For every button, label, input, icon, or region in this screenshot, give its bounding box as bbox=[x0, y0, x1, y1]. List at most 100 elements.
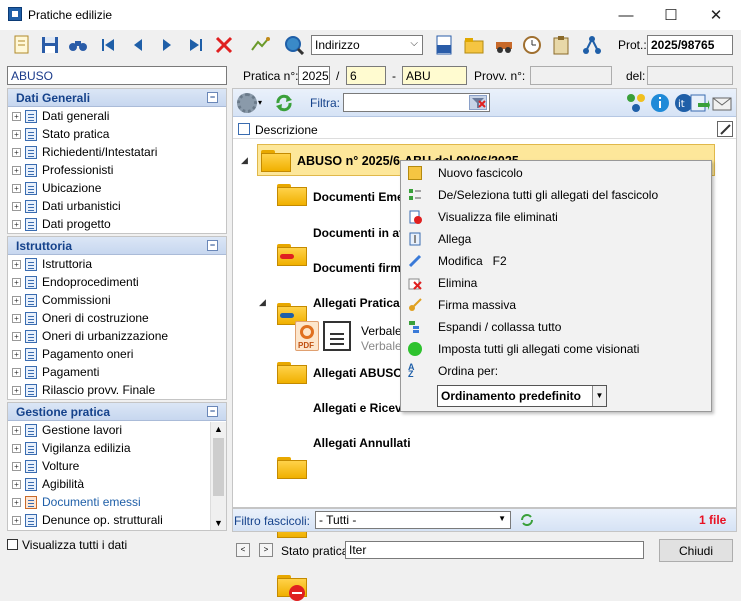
expand-icon[interactable]: + bbox=[12, 443, 21, 453]
sidebar-scrollbar[interactable]: ▲ ▼ bbox=[210, 422, 226, 530]
sidebar-item-vigilanza[interactable]: + Vigilanza edilizia bbox=[8, 439, 210, 457]
expand-icon[interactable]: + bbox=[12, 219, 21, 229]
panel-header-dati-generali[interactable]: Dati Generali − bbox=[8, 89, 226, 107]
filtro-fascicoli-select[interactable]: - Tutti - ▼ bbox=[315, 511, 511, 529]
first-record-icon[interactable] bbox=[96, 33, 120, 57]
structure-icon[interactable] bbox=[625, 92, 647, 114]
save-icon[interactable] bbox=[38, 33, 62, 57]
gear-icon[interactable] bbox=[237, 93, 257, 113]
info-icon[interactable] bbox=[649, 92, 671, 114]
sidebar-item-rilascio-provv[interactable]: + Rilascio provv. Finale bbox=[8, 381, 226, 399]
expand-icon[interactable]: + bbox=[12, 515, 21, 525]
pratica-year-input[interactable]: 2025 bbox=[298, 66, 330, 85]
left-search-input[interactable]: ABUSO bbox=[7, 66, 227, 85]
clear-filter-icon[interactable] bbox=[469, 95, 487, 110]
del-input[interactable] bbox=[647, 66, 733, 85]
menu-item-firma-massiva[interactable]: Firma massiva bbox=[401, 294, 711, 316]
menu-item-imposta-visionati[interactable]: Imposta tutti gli allegati come visionat… bbox=[401, 338, 711, 360]
sidebar-item-commissioni[interactable]: + Commissioni bbox=[8, 291, 226, 309]
sidebar-item-ubicazione[interactable]: + Ubicazione bbox=[8, 179, 226, 197]
share-icon[interactable] bbox=[580, 33, 604, 57]
mail-icon[interactable] bbox=[711, 92, 733, 114]
sidebar-item-professionisti[interactable]: + Professionisti bbox=[8, 161, 226, 179]
refresh-small-icon[interactable] bbox=[519, 512, 535, 528]
last-record-icon[interactable] bbox=[184, 33, 208, 57]
search-icon[interactable] bbox=[282, 33, 306, 57]
sidebar-item-oneri-costruzione[interactable]: + Oneri di costruzione bbox=[8, 309, 226, 327]
menu-item-espandi-collassa[interactable]: Espandi / collassa tutto bbox=[401, 316, 711, 338]
provv-input[interactable] bbox=[530, 66, 612, 85]
fascicolo-allegati-abuso[interactable]: Allegati ABUSO bbox=[313, 366, 403, 380]
new-document-icon[interactable] bbox=[10, 33, 34, 57]
expand-icon[interactable]: + bbox=[12, 183, 21, 193]
scroll-down-icon[interactable]: ▼ bbox=[214, 518, 223, 528]
scroll-up-icon[interactable]: ▲ bbox=[214, 424, 223, 434]
binoculars-icon[interactable] bbox=[66, 33, 90, 57]
menu-item-seleziona-allegati[interactable]: De/Seleziona tutti gli allegati del fasc… bbox=[401, 184, 711, 206]
clipboard-icon[interactable] bbox=[549, 33, 573, 57]
sidebar-item-stato-pratica[interactable]: + Stato pratica bbox=[8, 125, 226, 143]
menu-item-elimina[interactable]: Elimina bbox=[401, 272, 711, 294]
prev-arrow-button[interactable]: < bbox=[236, 543, 250, 557]
sidebar-item-documenti-emessi[interactable]: + Documenti emessi bbox=[8, 493, 210, 511]
expand-icon[interactable]: + bbox=[12, 425, 21, 435]
sidebar-item-agibilita[interactable]: + Agibilità bbox=[8, 475, 210, 493]
next-record-icon[interactable] bbox=[155, 33, 179, 57]
collapse-arrow-icon[interactable]: ◢ bbox=[259, 297, 266, 308]
expand-icon[interactable]: + bbox=[12, 461, 21, 471]
vehicle-icon[interactable] bbox=[492, 33, 516, 57]
sidebar-item-oneri-urbanizzazione[interactable]: + Oneri di urbanizzazione bbox=[8, 327, 226, 345]
fascicolo-allegati-annullati[interactable]: Allegati Annullati bbox=[313, 436, 411, 450]
expand-icon[interactable]: + bbox=[12, 331, 21, 341]
sidebar-item-dati-generali[interactable]: + Dati generali bbox=[8, 107, 226, 125]
expand-icon[interactable]: + bbox=[12, 367, 21, 377]
menu-item-file-eliminati[interactable]: Visualizza file eliminati bbox=[401, 206, 711, 228]
sidebar-item-pagamenti[interactable]: + Pagamenti bbox=[8, 363, 226, 381]
prot-field[interactable]: 2025/98765 bbox=[647, 35, 733, 55]
expand-icon[interactable]: + bbox=[12, 277, 21, 287]
stato-pratica-field[interactable]: Iter bbox=[345, 541, 644, 559]
word-document-icon[interactable] bbox=[432, 33, 456, 57]
refresh-icon[interactable] bbox=[273, 92, 295, 114]
delete-icon[interactable] bbox=[212, 33, 236, 57]
route-icon[interactable] bbox=[248, 33, 272, 57]
column-header[interactable]: Descrizione bbox=[233, 119, 736, 139]
minimize-button[interactable]: — bbox=[603, 0, 649, 30]
collapse-icon[interactable]: − bbox=[207, 406, 218, 417]
fascicolo-allegati-pratica[interactable]: Allegati Pratica bbox=[313, 296, 400, 310]
sidebar-item-istruttoria[interactable]: + Istruttoria bbox=[8, 255, 226, 273]
expand-icon[interactable]: + bbox=[12, 295, 21, 305]
panel-header-gestione-pratica[interactable]: Gestione pratica − bbox=[8, 403, 226, 421]
sidebar-item-dati-progetto[interactable]: + Dati progetto bbox=[8, 215, 226, 233]
show-all-checkbox[interactable] bbox=[7, 539, 18, 550]
filter-input[interactable] bbox=[343, 93, 490, 112]
panel-header-istruttoria[interactable]: Istruttoria − bbox=[8, 237, 226, 255]
sidebar-item-denunce[interactable]: + Denunce op. strutturali bbox=[8, 511, 210, 529]
scrollbar-thumb[interactable] bbox=[213, 438, 224, 496]
sidebar-item-dati-urbanistici[interactable]: + Dati urbanistici bbox=[8, 197, 226, 215]
sort-select[interactable]: Ordinamento predefinito ▼ bbox=[437, 385, 607, 407]
search-field-select[interactable]: Indirizzo ⌵ bbox=[311, 35, 423, 55]
expand-icon[interactable]: + bbox=[12, 349, 21, 359]
collapse-icon[interactable]: − bbox=[207, 240, 218, 251]
expand-icon[interactable]: + bbox=[12, 259, 21, 269]
expand-icon[interactable]: + bbox=[12, 129, 21, 139]
export-icon[interactable] bbox=[688, 92, 710, 114]
menu-item-nuovo-fascicolo[interactable]: Nuovo fascicolo bbox=[401, 162, 711, 184]
sidebar-item-endoprocedimenti[interactable]: + Endoprocedimenti bbox=[8, 273, 226, 291]
expand-icon[interactable]: + bbox=[12, 201, 21, 211]
chevron-down-icon[interactable]: ▼ bbox=[592, 386, 606, 406]
pratica-code-input[interactable]: ABU bbox=[402, 66, 467, 85]
sidebar-item-richiedenti[interactable]: + Richiedenti/Intestatari bbox=[8, 143, 226, 161]
pratica-number-input[interactable]: 6 bbox=[346, 66, 386, 85]
expand-icon[interactable]: + bbox=[12, 313, 21, 323]
edit-columns-icon[interactable] bbox=[717, 121, 733, 137]
expand-icon[interactable]: + bbox=[12, 479, 21, 489]
menu-item-modifica[interactable]: Modifica F2 bbox=[401, 250, 711, 272]
expand-icon[interactable]: + bbox=[12, 497, 21, 507]
menu-item-allega[interactable]: Allega bbox=[401, 228, 711, 250]
sidebar-item-gestione-lavori[interactable]: + Gestione lavori bbox=[8, 421, 210, 439]
gear-dropdown-icon[interactable]: ▾ bbox=[258, 98, 262, 107]
next-arrow-button[interactable]: > bbox=[259, 543, 273, 557]
expand-icon[interactable]: + bbox=[12, 385, 21, 395]
